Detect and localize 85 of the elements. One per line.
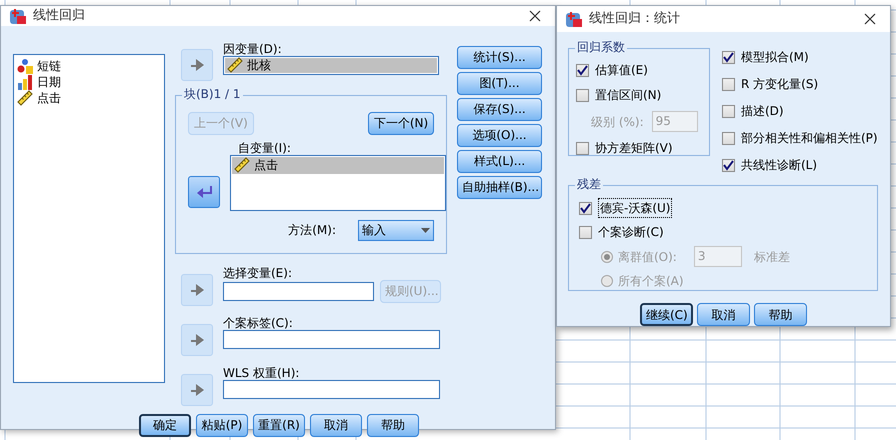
input-field[interactable]	[223, 282, 374, 300]
checkbox[interactable]	[722, 50, 735, 64]
field-label: 因变量(D):	[223, 42, 283, 56]
checkbox[interactable]	[722, 78, 735, 90]
ruler-icon	[17, 90, 33, 106]
independent-list[interactable]: 点击	[230, 154, 446, 210]
variable-item[interactable]: 短链	[37, 56, 61, 74]
dialog-button[interactable]: 保存(S)...	[457, 98, 542, 120]
variable-list[interactable]: 短链 日期 点击	[13, 54, 165, 382]
ruler-icon	[234, 157, 250, 173]
checkmark-icon	[723, 52, 734, 62]
checkbox[interactable]	[722, 158, 735, 172]
close-icon[interactable]	[529, 10, 541, 22]
unit-label: 标准差	[754, 248, 790, 266]
right-arrow-icon	[189, 58, 205, 72]
dialog-button[interactable]: 取消	[697, 303, 750, 326]
dialog-button[interactable]: 帮助	[367, 414, 419, 436]
dropdown-value: 输入	[362, 222, 386, 239]
checkbox-label: 置信区间(N)	[595, 87, 662, 104]
checkbox[interactable]	[579, 226, 592, 238]
group-legend: 回归系数	[575, 40, 627, 54]
dialog-button[interactable]: 确定	[139, 414, 191, 436]
variable-item[interactable]: 日期	[37, 72, 61, 90]
checkbox-label: 协方差矩阵(V)	[595, 140, 673, 157]
bar-chart-icon	[17, 74, 33, 90]
checkbox-label: R 方变化量(S)	[741, 76, 818, 93]
selected-variable[interactable]: 点击	[232, 156, 444, 174]
checkbox[interactable]	[579, 202, 592, 214]
field-label: 级别 (%):	[591, 114, 644, 130]
input-field[interactable]	[223, 380, 440, 398]
checkbox[interactable]	[576, 142, 589, 154]
window-title: 线性回归	[33, 7, 86, 25]
app-icon	[565, 10, 583, 28]
dialog-button[interactable]: 取消	[310, 414, 362, 436]
left-arrow-icon	[196, 184, 212, 198]
radio-button[interactable]	[601, 275, 613, 287]
checkbox-label: 估算值(E)	[595, 62, 648, 79]
checkbox[interactable]	[722, 132, 735, 144]
variable-name: 点击	[254, 157, 278, 174]
group-legend: 残差	[575, 177, 603, 191]
checkbox[interactable]	[576, 64, 589, 76]
dialog-button[interactable]: 自助抽样(B)...	[457, 176, 542, 198]
ruler-icon	[227, 57, 243, 73]
right-arrow-icon	[189, 382, 205, 396]
right-arrow-icon	[189, 282, 205, 296]
radio-label: 离群值(O):	[618, 248, 677, 266]
radio-button[interactable]	[601, 250, 613, 262]
dialog-button[interactable]: 帮助	[754, 303, 807, 326]
checkmark-icon	[577, 64, 588, 76]
field-label: 方法(M):	[288, 222, 336, 239]
dialog-button[interactable]: 继续(C)	[640, 303, 693, 326]
field-label: 自变量(I):	[237, 140, 292, 154]
radio-label: 所有个案(A)	[618, 273, 684, 290]
dialog-button[interactable]: 选项(O)...	[457, 124, 542, 146]
variable-name: 批核	[247, 57, 271, 74]
move-arrow-button[interactable]	[188, 176, 220, 208]
dialog-button[interactable]: 统计(S)...	[457, 46, 542, 68]
field-label: WLS 权重(H):	[223, 366, 300, 380]
checkmark-icon	[580, 202, 591, 214]
dialog-button[interactable]: 样式(L)...	[457, 150, 542, 172]
checkbox-label: 个案诊断(C)	[598, 224, 664, 241]
dialog-button[interactable]: 图(T)...	[457, 72, 542, 94]
window-title: 线性回归：统计	[589, 10, 681, 28]
right-arrow-icon	[189, 332, 205, 346]
input-field[interactable]	[223, 330, 440, 348]
app-icon	[9, 6, 27, 25]
checkbox-label: 德宾-沃森(U)	[598, 198, 672, 218]
field-label: 个案标签(C):	[223, 316, 294, 330]
dialog-button[interactable]: 下一个(N)	[368, 112, 434, 134]
checkbox-label: 描述(D)	[741, 103, 784, 120]
variable-item[interactable]: 点击	[37, 88, 61, 106]
dropdown-caret-icon	[421, 228, 430, 232]
checkbox[interactable]	[722, 104, 735, 118]
dialog-button[interactable]: 重置(R)	[253, 414, 305, 436]
field-label: 选择变量(E):	[223, 266, 293, 280]
checkbox[interactable]	[576, 88, 589, 102]
dialog-button[interactable]: 粘贴(P)	[196, 414, 248, 436]
close-icon[interactable]	[864, 13, 876, 25]
checkbox-label: 共线性诊断(L)	[741, 157, 818, 174]
group-legend: 块(B)1 / 1	[182, 86, 243, 100]
nominal-variable-icon	[17, 58, 33, 74]
method-dropdown[interactable]: 输入	[358, 220, 434, 240]
checkbox-label: 模型拟合(M)	[741, 49, 809, 66]
checkmark-icon	[723, 160, 734, 170]
checkbox-label: 部分相关性和偏相关性(P)	[741, 130, 878, 147]
